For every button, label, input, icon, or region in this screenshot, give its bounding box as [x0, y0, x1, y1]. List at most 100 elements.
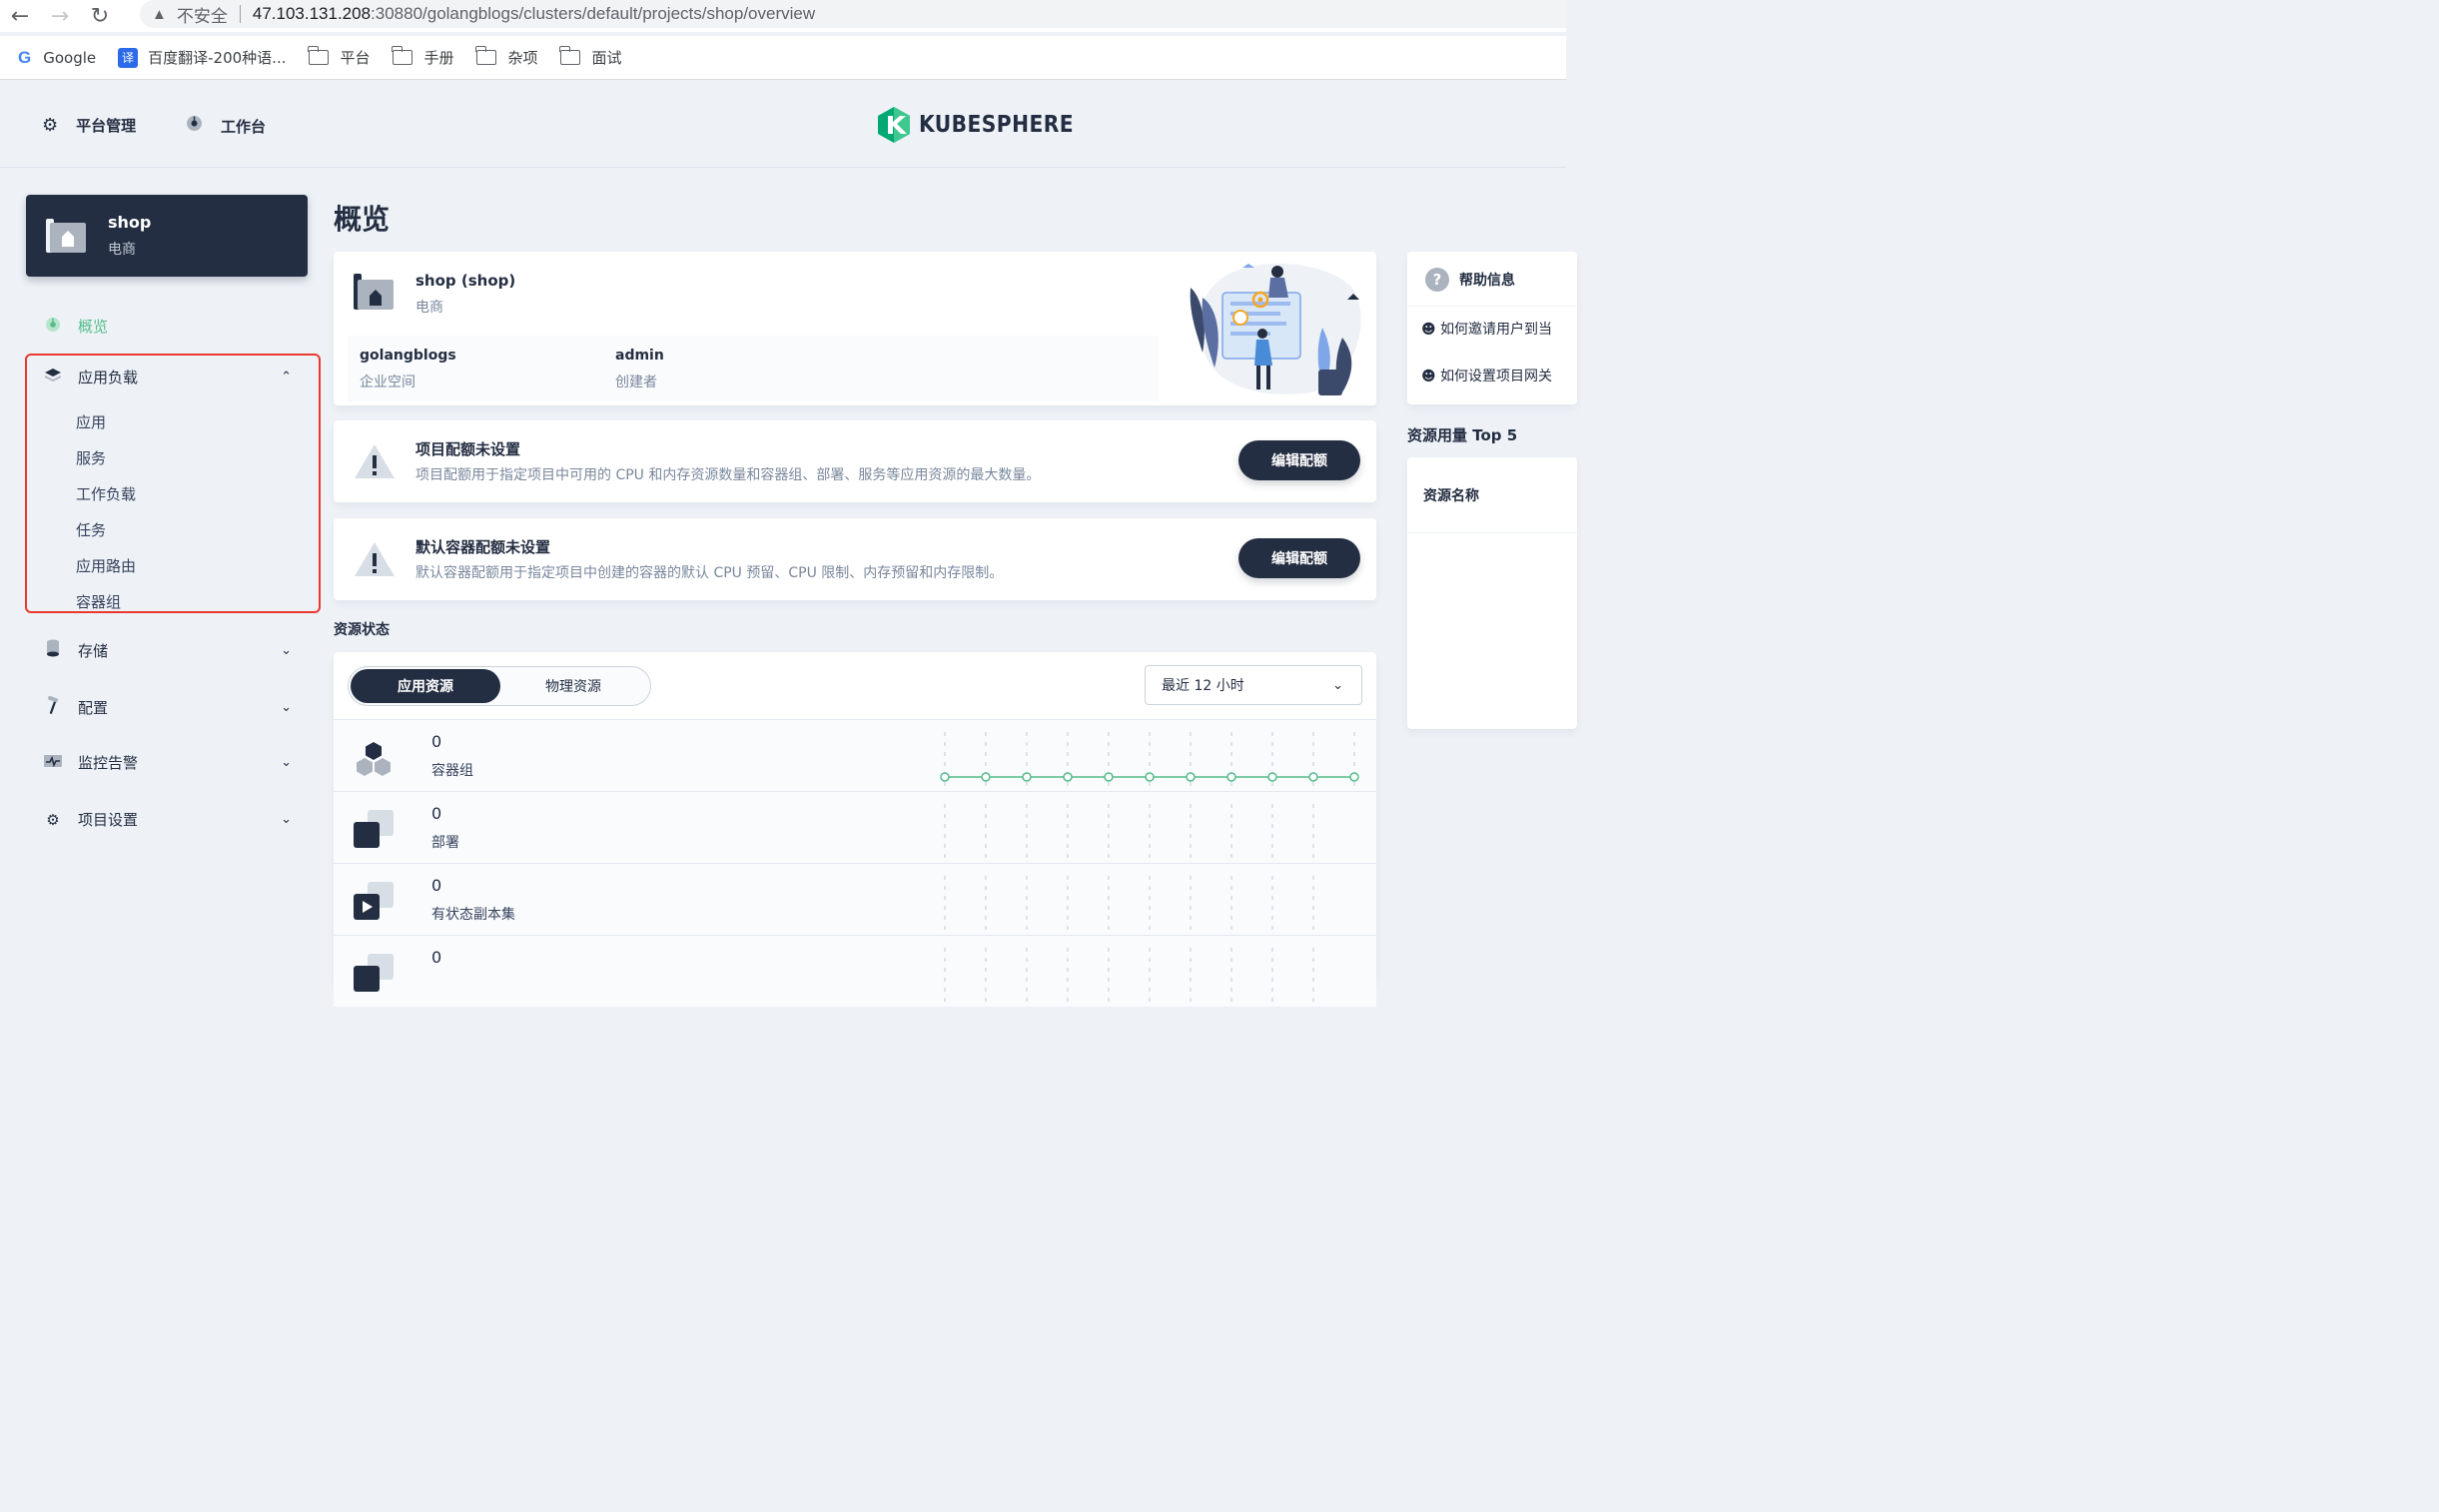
sidebar-item-services[interactable]: 服务 — [76, 447, 106, 468]
sidebar-group-workloads[interactable]: 应用负载 ⌃ — [42, 367, 292, 387]
creator-label: 创建者 — [615, 375, 657, 390]
time-range-value: 最近 12 小时 — [1162, 678, 1244, 694]
gear-icon: ⚙ — [42, 115, 59, 136]
resource-row-next[interactable]: 0 — [334, 935, 1376, 1007]
sidebar-item-label: 配置 — [78, 698, 109, 717]
sidebar-item-ingress[interactable]: 应用路由 — [76, 555, 136, 576]
chevron-down-icon: ⌄ — [1332, 677, 1343, 693]
folder-icon — [558, 46, 580, 65]
insecure-label: 不安全 — [176, 6, 228, 26]
page-title: 概览 — [334, 203, 391, 236]
warning-icon — [354, 540, 396, 578]
tab-physical-resources[interactable]: 物理资源 — [498, 669, 648, 703]
forward-arrow-icon[interactable]: → — [40, 2, 80, 30]
deployment-icon — [354, 810, 394, 850]
bookmark-folder-manual[interactable]: 手册 — [391, 46, 454, 68]
workspace-value[interactable]: golangblogs — [360, 348, 456, 364]
statefulsets-count: 0 — [431, 876, 442, 895]
sidebar-group-settings[interactable]: ⚙ 项目设置 ⌄ — [42, 809, 292, 830]
resource-name-header: 资源名称 — [1423, 488, 1479, 504]
chevron-down-icon: ⌄ — [281, 755, 292, 770]
question-icon: ? — [1425, 268, 1449, 292]
bookmark-label: 平台 — [340, 49, 371, 67]
project-icon — [46, 217, 86, 255]
chevron-down-icon: ⌄ — [281, 812, 292, 827]
resource-row-deployments[interactable]: 0 部署 — [334, 791, 1376, 863]
app-header: ⚙ 平台管理 工作台 KUBESPHERE — [0, 81, 1566, 168]
resource-grid — [944, 948, 1314, 1002]
default-quota-title: 默认容器配额未设置 — [415, 538, 551, 556]
workbench-label: 工作台 — [221, 117, 267, 136]
resource-status-label: 资源状态 — [334, 622, 390, 638]
chevron-down-icon: ⌄ — [281, 699, 292, 715]
bookmarks-bar: G Google 译百度翻译-200种语... 平台 手册 杂项 面试 — [0, 36, 1566, 80]
sidebar-item-overview[interactable]: 概览 — [42, 316, 292, 337]
sidebar-item-label: 概览 — [78, 318, 109, 336]
help-card: ? 帮助信息 ☻ 如何邀请用户到当 ☻ 如何设置项目网关 — [1407, 252, 1577, 404]
pods-icon — [354, 738, 394, 778]
sidebar-item-label: 应用负载 — [78, 369, 139, 386]
resource-count: 0 — [431, 948, 442, 967]
platform-label: 平台管理 — [76, 117, 137, 135]
daemonset-icon — [354, 954, 394, 994]
chevron-up-icon: ⌃ — [281, 370, 292, 384]
folder-icon — [391, 46, 412, 65]
default-quota-card: 默认容器配额未设置 默认容器配额用于指定项目中创建的容器的默认 CPU 预留、C… — [334, 518, 1376, 600]
sidebar-item-jobs[interactable]: 任务 — [76, 519, 106, 540]
quota-title: 项目配额未设置 — [415, 440, 521, 458]
project-name: shop — [108, 213, 152, 232]
default-quota-description: 默认容器配额用于指定项目中创建的容器的默认 CPU 预留、CPU 限制、内存预留… — [415, 565, 1004, 581]
chevron-down-icon: ⌄ — [281, 642, 292, 658]
resource-row-pods[interactable]: 0 容器组 — [334, 719, 1376, 791]
edit-quota-button[interactable]: 编辑配额 — [1238, 440, 1360, 480]
time-range-select[interactable]: 最近 12 小时 ⌄ — [1145, 665, 1362, 705]
reload-icon[interactable]: ↻ — [80, 2, 120, 30]
translate-icon: 译 — [118, 47, 139, 68]
deployments-count: 0 — [431, 804, 442, 823]
sidebar-group-config[interactable]: 配置 ⌄ — [42, 695, 292, 718]
sidebar-item-label: 监控告警 — [78, 754, 139, 772]
sidebar-item-apps[interactable]: 应用 — [76, 411, 106, 432]
sidebar-item-pods[interactable]: 容器组 — [76, 591, 121, 612]
person-icon: ☻ — [1421, 369, 1436, 384]
layers-icon — [42, 368, 64, 387]
bookmark-google[interactable]: G Google — [18, 48, 96, 68]
help-link-gateway[interactable]: ☻ 如何设置项目网关 — [1421, 366, 1552, 385]
tab-app-resources[interactable]: 应用资源 — [351, 669, 500, 703]
workloads-highlight-box — [25, 354, 321, 613]
url-path: :30880/golangblogs/clusters/default/proj… — [371, 4, 816, 23]
resource-usage-top5-card: 资源名称 — [1407, 457, 1577, 729]
deployments-grid — [944, 804, 1314, 858]
project-info-card: shop (shop) 电商 golangblogs 企业空间 admin 创建… — [334, 252, 1376, 405]
resource-type-toggle: 应用资源 物理资源 — [348, 666, 651, 706]
bookmark-folder-interview[interactable]: 面试 — [558, 46, 622, 68]
browser-address-bar: ← → ↻ ▲ 不安全 47.103.131.208:30880/golangb… — [0, 0, 1566, 32]
resource-row-statefulsets[interactable]: 0 有状态副本集 — [334, 863, 1376, 935]
url-input[interactable]: ▲ 不安全 47.103.131.208:30880/golangblogs/c… — [140, 0, 1566, 28]
sidebar-item-label: 存储 — [78, 641, 109, 660]
bookmark-folder-platform[interactable]: 平台 — [307, 46, 371, 68]
sidebar-item-label: 项目设置 — [78, 811, 139, 829]
platform-management-link[interactable]: ⚙ 平台管理 — [42, 115, 136, 136]
bookmark-folder-misc[interactable]: 杂项 — [474, 46, 538, 68]
monitor-icon — [42, 754, 64, 772]
project-meta: golangblogs 企业空间 admin 创建者 — [348, 336, 1159, 401]
statefulsets-grid — [944, 876, 1314, 930]
edit-default-quota-button[interactable]: 编辑配额 — [1238, 538, 1360, 578]
help-link-invite-user[interactable]: ☻ 如何邀请用户到当 — [1421, 319, 1552, 339]
back-arrow-icon[interactable]: ← — [0, 2, 40, 30]
sidebar-group-storage[interactable]: 存储 ⌄ — [42, 639, 292, 661]
sidebar-item-workloads[interactable]: 工作负载 — [76, 483, 136, 504]
project-card[interactable]: shop 电商 — [26, 195, 308, 277]
bookmark-label: 面试 — [591, 49, 622, 67]
bookmark-baidu-translate[interactable]: 译百度翻译-200种语... — [118, 47, 287, 68]
help-link-label: 如何邀请用户到当 — [1440, 322, 1553, 338]
folder-icon — [307, 46, 329, 65]
pods-count: 0 — [431, 732, 442, 751]
kubesphere-logo[interactable]: KUBESPHERE — [877, 107, 1095, 143]
workbench-link[interactable]: 工作台 — [186, 115, 266, 137]
pods-sparkline — [940, 732, 1359, 786]
dashboard-icon — [186, 115, 203, 137]
logo-wordmark: KUBESPHERE — [919, 112, 1075, 138]
sidebar-group-monitoring[interactable]: 监控告警 ⌄ — [42, 752, 292, 773]
